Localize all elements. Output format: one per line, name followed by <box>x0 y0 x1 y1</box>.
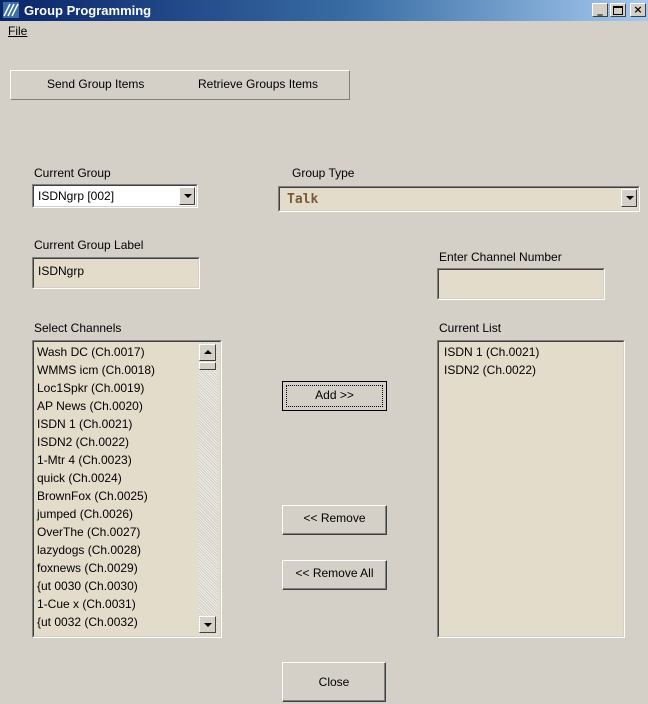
add-button[interactable]: Add >> <box>282 381 387 411</box>
channel-list-item[interactable]: AP News (Ch.0020) <box>37 398 143 415</box>
chevron-up-icon <box>204 350 212 354</box>
current-group-select[interactable]: ISDNgrp [002] <box>32 184 198 208</box>
current-group-dropdown-button[interactable] <box>179 187 195 205</box>
channel-number-label: Enter Channel Number <box>439 250 562 264</box>
current-list[interactable]: ISDN 1 (Ch.0021) ISDN2 (Ch.0022) <box>437 340 625 638</box>
channel-list-item[interactable]: jumped (Ch.0026) <box>37 506 133 523</box>
channel-list-item[interactable]: OverThe (Ch.0027) <box>37 524 140 541</box>
tab-strip: Send Group Items Retrieve Groups Items <box>10 70 350 100</box>
remove-button[interactable]: << Remove <box>282 505 387 535</box>
channel-list-item[interactable]: quick (Ch.0024) <box>37 470 122 487</box>
channel-list-item[interactable]: Loc1Spkr (Ch.0019) <box>37 380 144 397</box>
current-group-label-input[interactable]: ISDNgrp <box>32 257 200 289</box>
group-type-label: Group Type <box>292 166 355 180</box>
minimize-button[interactable]: _ <box>592 3 608 17</box>
close-icon: × <box>633 3 643 16</box>
select-channels-scrollbar[interactable] <box>198 343 218 635</box>
current-group-label: Current Group <box>34 166 111 180</box>
channel-list-item[interactable]: 1-Mtr 4 (Ch.0023) <box>37 452 132 469</box>
group-type-select[interactable]: Talk <box>278 186 640 212</box>
close-button-label: Close <box>318 675 350 689</box>
maximize-icon <box>613 6 623 15</box>
channel-list-item[interactable]: WMMS icm (Ch.0018) <box>37 362 155 379</box>
remove-all-button[interactable]: << Remove All <box>282 560 387 590</box>
channel-number-input[interactable] <box>437 268 605 300</box>
window-title: Group Programming <box>24 3 152 18</box>
remove-button-label: << Remove <box>303 511 366 525</box>
maximize-button[interactable] <box>610 3 626 17</box>
select-channels-list[interactable]: Wash DC (Ch.0017) WMMS icm (Ch.0018) Loc1S… <box>32 340 222 638</box>
add-button-label: Add >> <box>315 388 354 402</box>
group-type-value: Talk <box>287 192 319 207</box>
chevron-down-icon <box>204 623 212 627</box>
current-group-value: ISDNgrp [002] <box>38 189 115 203</box>
close-button[interactable]: Close <box>282 662 386 702</box>
app-icon <box>3 2 19 18</box>
title-bar: Group Programming _ × <box>0 0 648 21</box>
tab-retrieve-groups-items[interactable]: Retrieve Groups Items <box>198 77 318 91</box>
channel-list-item[interactable]: Wash DC (Ch.0017) <box>37 344 145 361</box>
select-channels-label: Select Channels <box>34 321 122 335</box>
current-group-label-value: ISDNgrp <box>38 264 85 278</box>
current-group-label-caption: Current Group Label <box>34 238 144 252</box>
menu-file[interactable]: File <box>8 24 27 38</box>
channel-list-item[interactable]: ISDN 1 (Ch.0021) <box>37 416 132 433</box>
scroll-up-button[interactable] <box>199 344 216 361</box>
channel-list-item[interactable]: foxnews (Ch.0029) <box>37 560 138 577</box>
channel-list-item[interactable]: {ut 0032 (Ch.0032) <box>37 614 138 631</box>
scroll-down-button[interactable] <box>199 616 216 633</box>
current-list-item[interactable]: ISDN 1 (Ch.0021) <box>444 344 539 361</box>
channel-list-item[interactable]: lazydogs (Ch.0028) <box>37 542 141 559</box>
channel-list-item[interactable]: BrownFox (Ch.0025) <box>37 488 148 505</box>
chevron-down-icon <box>626 196 634 200</box>
channel-list-item[interactable]: 1-Cue x (Ch.0031) <box>37 596 136 613</box>
current-list-item[interactable]: ISDN2 (Ch.0022) <box>444 362 536 379</box>
close-window-button[interactable]: × <box>630 3 646 17</box>
channel-list-item[interactable]: {ut 0030 (Ch.0030) <box>37 578 138 595</box>
remove-all-button-label: << Remove All <box>295 566 374 580</box>
chevron-down-icon <box>184 194 192 198</box>
current-list-label: Current List <box>439 321 502 335</box>
scroll-thumb[interactable] <box>199 362 216 370</box>
tab-send-group-items[interactable]: Send Group Items <box>47 77 144 91</box>
minimize-icon: _ <box>597 3 603 16</box>
group-type-dropdown-button[interactable] <box>621 189 637 207</box>
menu-bar: File <box>0 21 648 42</box>
channel-list-item[interactable]: ISDN2 (Ch.0022) <box>37 434 129 451</box>
